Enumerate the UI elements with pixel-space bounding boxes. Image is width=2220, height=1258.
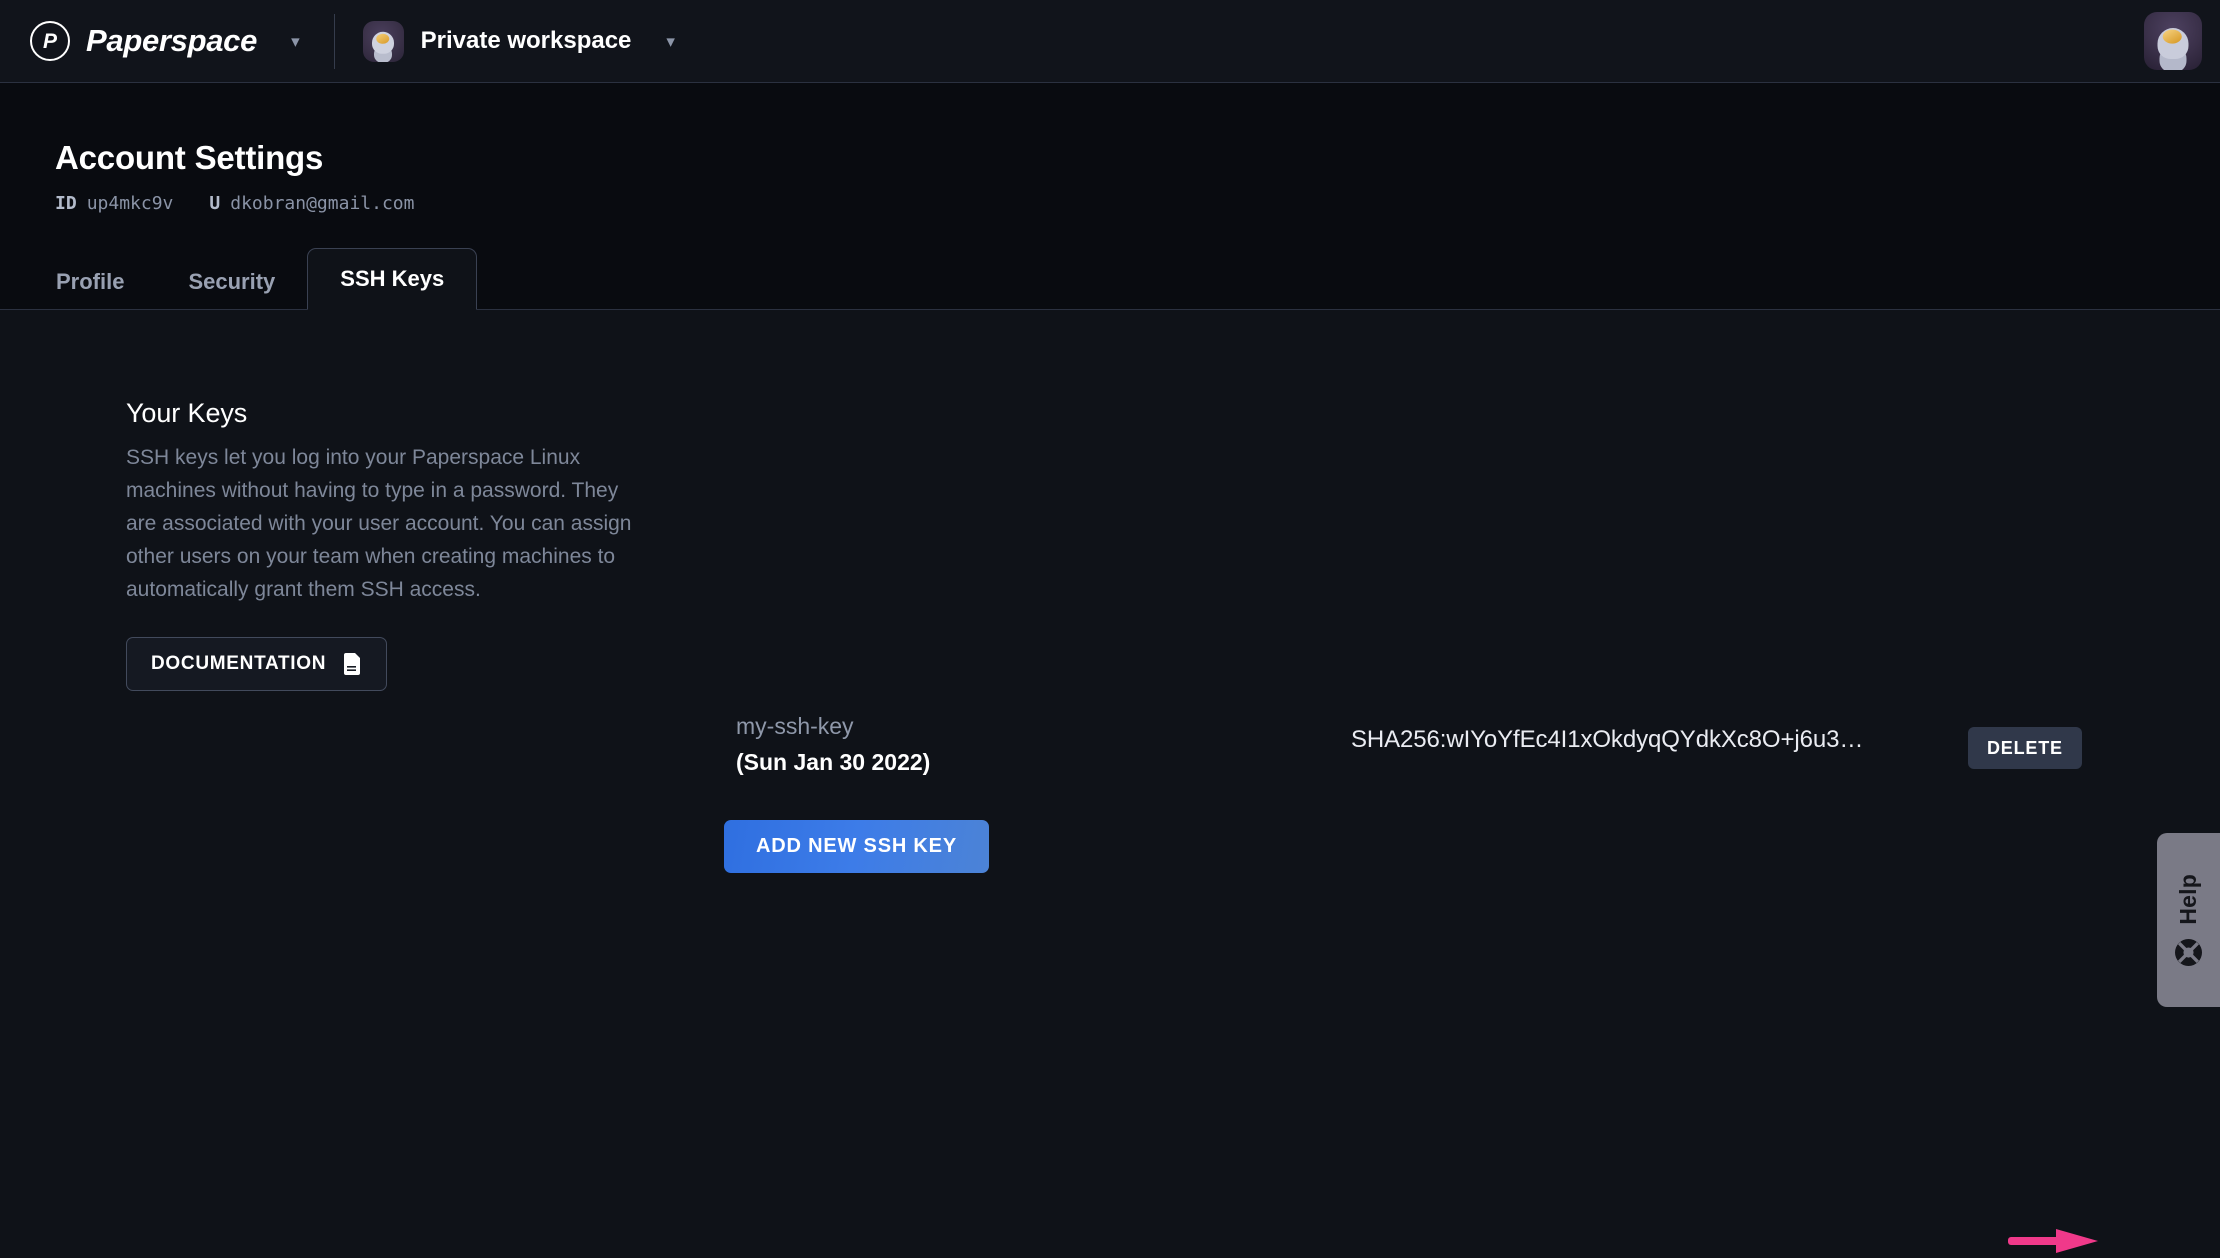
tab-bar: Profile Security SSH Keys — [0, 247, 478, 310]
top-bar: P Paperspace ▾ Private workspace ▾ — [0, 0, 2220, 83]
account-user-value: dkobran@gmail.com — [230, 193, 415, 214]
delete-ssh-key-button[interactable]: DELETE — [1968, 727, 2082, 769]
tab-profile[interactable]: Profile — [24, 254, 156, 310]
brand-name: Paperspace — [86, 23, 258, 58]
user-avatar[interactable] — [2144, 12, 2202, 70]
help-tab[interactable]: Help — [2157, 833, 2220, 1007]
paperspace-logo-icon: P — [30, 21, 70, 61]
help-tab-label: Help — [2175, 874, 2201, 925]
workspace-name: Private workspace — [420, 27, 632, 54]
chevron-down-icon[interactable]: ▾ — [291, 33, 300, 50]
account-user-label: U — [209, 193, 221, 214]
your-keys-description: SSH keys let you log into your Paperspac… — [126, 446, 632, 601]
add-new-ssh-key-button[interactable]: ADD NEW SSH KEY — [724, 820, 989, 873]
account-id-label: ID — [55, 193, 77, 214]
tab-security[interactable]: Security — [156, 254, 307, 310]
lifebuoy-icon — [2175, 938, 2202, 966]
ssh-key-date: (Sun Jan 30 2022) — [736, 749, 931, 775]
divider — [333, 13, 335, 69]
brand-area[interactable]: P Paperspace ▾ — [0, 21, 300, 61]
main-content: Your Keys SSH keys let you log into your… — [0, 311, 2220, 1253]
account-meta: ID up4mkc9v U dkobran@gmail.com — [55, 193, 414, 214]
page-header: Account Settings ID up4mkc9v U dkobran@g… — [0, 83, 2220, 310]
documentation-button-label: DOCUMENTATION — [151, 653, 327, 674]
your-keys-heading: Your Keys — [126, 398, 248, 428]
your-keys-info-panel: Your Keys SSH keys let you log into your… — [126, 398, 656, 691]
ssh-key-name: my-ssh-key — [736, 713, 854, 739]
tab-ssh-keys[interactable]: SSH Keys — [307, 248, 478, 310]
annotation-arrow-icon — [2008, 1229, 2098, 1253]
workspace-avatar-icon — [362, 20, 404, 62]
page-title: Account Settings — [55, 139, 324, 176]
document-icon — [344, 653, 361, 675]
account-id-value: up4mkc9v — [86, 193, 174, 214]
chevron-down-icon[interactable]: ▾ — [666, 33, 675, 50]
documentation-button[interactable]: DOCUMENTATION — [126, 637, 388, 691]
ssh-key-fingerprint: SHA256:wIYoYfEc4I1xOkdyqQYdkXc8O+j6u3… — [1351, 726, 1864, 753]
workspace-switcher[interactable]: Private workspace ▾ — [362, 20, 675, 62]
